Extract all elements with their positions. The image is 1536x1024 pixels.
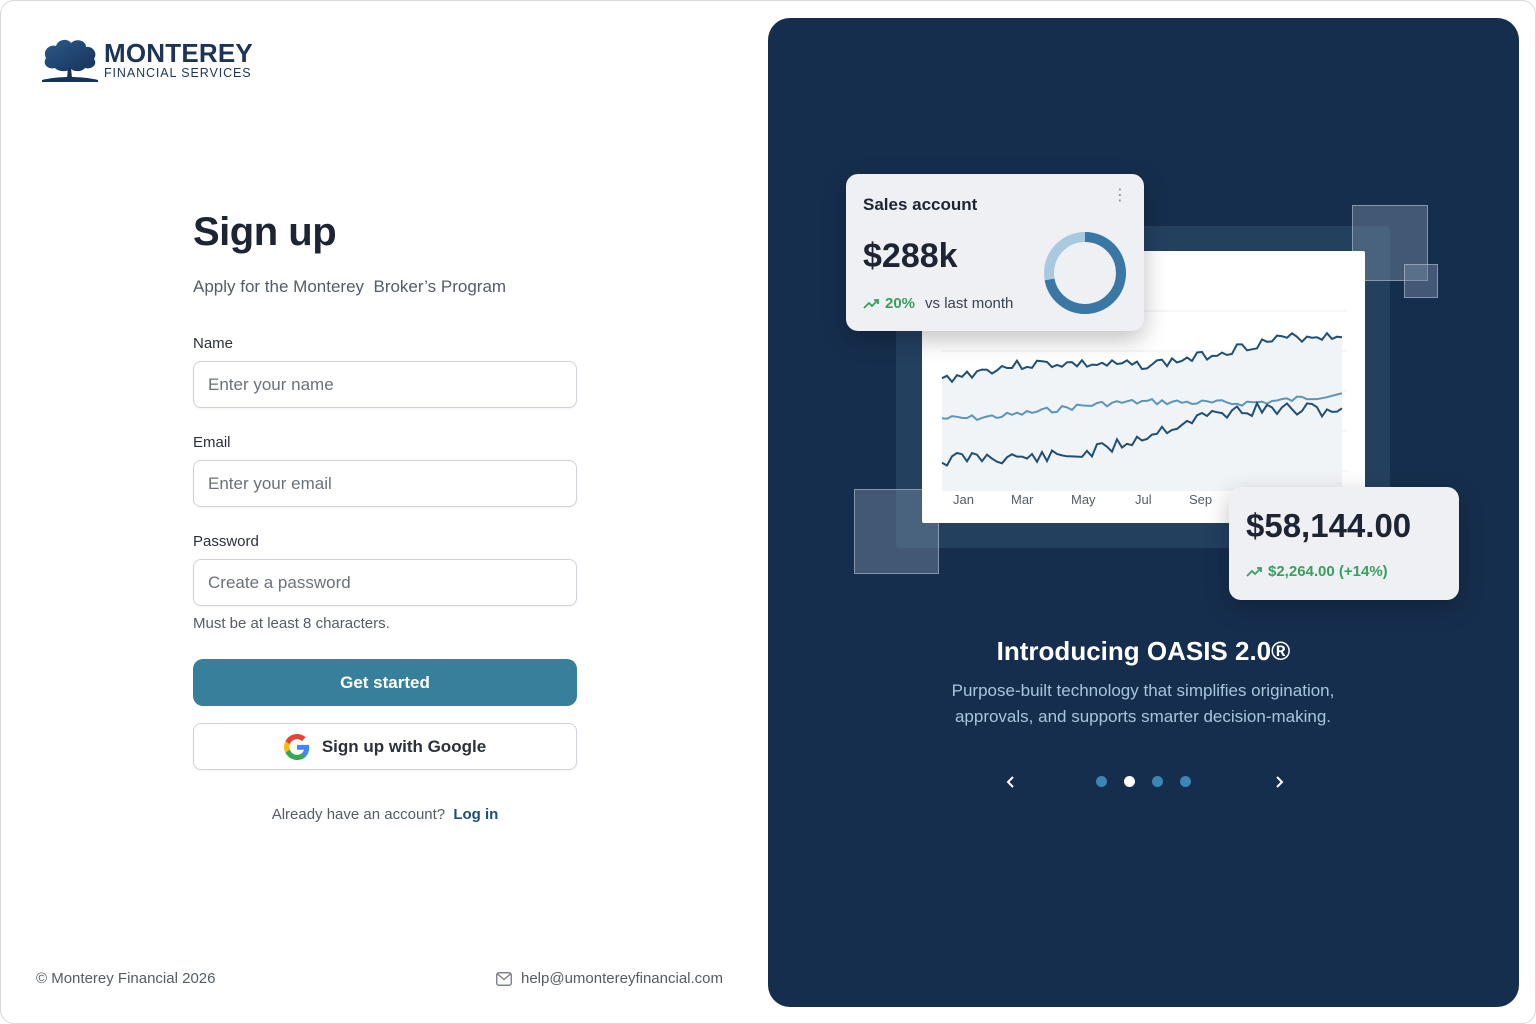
login-link[interactable]: Log in	[453, 806, 498, 823]
month-label: Sep	[1189, 492, 1213, 507]
login-prompt: Already have an account?	[271, 806, 446, 823]
promo-description: Purpose-built technology that simplifies…	[951, 681, 1335, 726]
trend-up-icon	[863, 298, 879, 309]
name-label: Name	[193, 335, 234, 352]
month-label: May	[1071, 492, 1096, 507]
email-input[interactable]	[193, 460, 577, 507]
month-label: Jul	[1135, 492, 1152, 507]
login-prompt-row: Already have an account? Log in	[193, 806, 577, 823]
donut-chart	[1044, 232, 1126, 314]
balance-card: $58,144.00 $2,264.00 (+14%)	[1229, 487, 1459, 600]
carousel-dot[interactable]	[1124, 776, 1135, 787]
sales-account-card: Sales account ⋮ $288k 20% vs last month	[846, 174, 1144, 331]
promo-panel: Jan Mar May Jul Sep Sales account ⋮ $288…	[768, 18, 1519, 1007]
sales-change-suffix: vs last month	[925, 295, 1014, 312]
name-input[interactable]	[193, 361, 577, 408]
google-icon	[283, 733, 310, 760]
password-hint: Must be at least 8 characters.	[193, 615, 390, 632]
decor-tile	[1404, 264, 1438, 298]
carousel-dot[interactable]	[1096, 776, 1107, 787]
mail-icon	[496, 971, 512, 986]
google-signup-button[interactable]: Sign up with Google	[193, 723, 577, 770]
footer-email-text: help@umontereyfinancial.com	[521, 970, 723, 987]
carousel-dot[interactable]	[1152, 776, 1163, 787]
brand-tagline: FINANCIAL SERVICES	[104, 66, 252, 81]
chart-area	[942, 333, 1342, 491]
chevron-right-icon	[1276, 776, 1284, 788]
email-field-group: Email	[193, 434, 577, 507]
name-field-group: Name	[193, 335, 577, 408]
sales-value: $288k	[863, 237, 958, 275]
sales-change-value: 20%	[885, 295, 916, 312]
password-input[interactable]	[193, 559, 577, 606]
trend-up-icon	[1246, 566, 1262, 577]
brand-name: MONTEREY	[104, 38, 253, 69]
more-options-icon[interactable]: ⋮	[1112, 188, 1128, 204]
brand-logo[interactable]: MONTEREY FINANCIAL SERVICES	[38, 36, 253, 84]
balance-change-value: $2,264.00 (+14%)	[1268, 563, 1388, 580]
carousel-next-button[interactable]	[1267, 770, 1291, 794]
carousel-dots	[1096, 776, 1191, 787]
email-label: Email	[193, 434, 231, 451]
tree-logo-icon	[42, 39, 98, 82]
promo-headline: Introducing OASIS 2.0®	[996, 636, 1291, 666]
balance-value: $58,144.00	[1246, 507, 1412, 544]
sales-card-title: Sales account	[863, 195, 978, 214]
footer-email[interactable]: help@umontereyfinancial.com	[496, 970, 723, 987]
chevron-left-icon	[1006, 776, 1014, 788]
balance-change: $2,264.00 (+14%)	[1246, 563, 1388, 580]
get-started-button[interactable]: Get started	[193, 659, 577, 706]
password-field-group: Password	[193, 533, 577, 606]
password-label: Password	[193, 533, 259, 550]
footer-copyright: © Monterey Financial 2026	[36, 970, 216, 987]
sales-change: 20% vs last month	[863, 295, 1013, 312]
month-label: Mar	[1011, 492, 1034, 507]
page-title: Sign up	[193, 210, 337, 254]
month-label: Jan	[953, 492, 974, 507]
google-button-label: Sign up with Google	[321, 736, 487, 756]
carousel-dot[interactable]	[1180, 776, 1191, 787]
signup-form: Sign up Apply for the Monterey Broker’s …	[193, 210, 577, 823]
page-subtitle: Apply for the Monterey Broker’s Program	[193, 277, 507, 296]
carousel-prev-button[interactable]	[999, 770, 1023, 794]
